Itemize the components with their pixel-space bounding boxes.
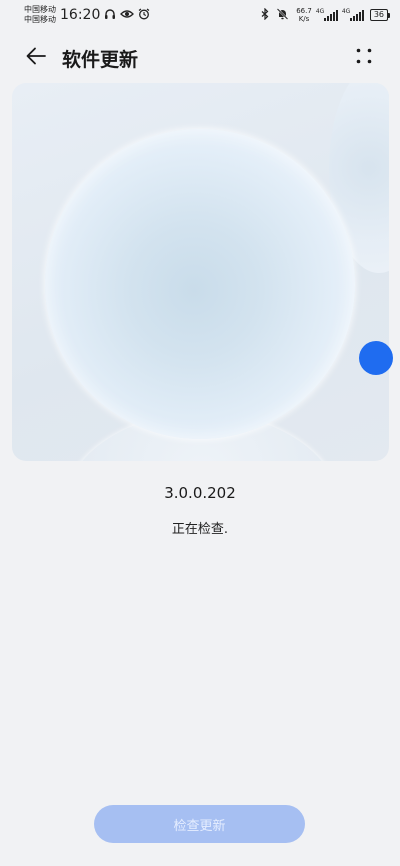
signal-icon: 4G	[341, 7, 364, 21]
signal-1-tag: 4G	[315, 7, 325, 15]
mute-bell-icon	[277, 8, 289, 22]
decor-orb-main	[45, 129, 355, 439]
four-dots-icon	[356, 48, 372, 68]
eye-icon	[120, 8, 135, 22]
progress-dot	[359, 341, 393, 375]
clock: 16:20	[60, 7, 101, 23]
network-speed-value: 66.7	[296, 7, 312, 15]
headphones-icon	[104, 8, 116, 22]
signal-2-tag: 4G	[341, 7, 351, 15]
alarm-icon	[138, 8, 150, 22]
bluetooth-icon	[261, 7, 269, 22]
status-right: 66.7 K/s 4G 4G 36	[261, 7, 391, 23]
carrier-labels: 中国移动 中国移动	[24, 5, 56, 25]
battery-icon: 36	[369, 9, 391, 21]
carrier-1: 中国移动	[24, 5, 56, 14]
version-number: 3.0.0.202	[164, 484, 236, 502]
status-bar: 中国移动 中国移动 16:20 66.7 K/s 4G 4G 36	[0, 0, 400, 30]
app-header: 软件更新	[0, 38, 400, 78]
network-speed: 66.7 K/s	[296, 7, 312, 23]
network-speed-unit: K/s	[298, 15, 310, 23]
battery-level: 36	[373, 10, 384, 19]
arrow-left-icon	[26, 47, 46, 69]
signal-icon: 4G	[315, 7, 338, 21]
screen: 中国移动 中国移动 16:20 66.7 K/s 4G 4G 36 软件更新 3…	[0, 0, 400, 866]
back-button[interactable]	[14, 38, 58, 78]
carrier-2: 中国移动	[24, 15, 56, 24]
page-title: 软件更新	[62, 48, 139, 71]
more-button[interactable]	[348, 42, 380, 74]
check-status: 正在检查.	[171, 522, 229, 537]
check-update-button[interactable]: 检查更新	[94, 805, 305, 843]
update-illustration	[12, 83, 389, 461]
